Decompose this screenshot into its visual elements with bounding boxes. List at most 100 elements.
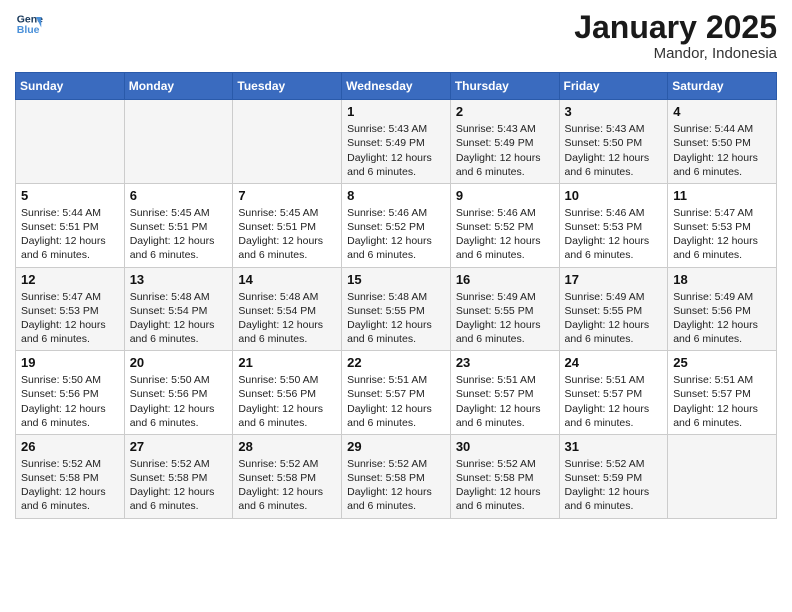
day-info: Sunrise: 5:45 AM Sunset: 5:51 PM Dayligh… xyxy=(238,206,336,263)
day-number: 16 xyxy=(456,272,554,287)
calendar-week-row: 5 Sunrise: 5:44 AM Sunset: 5:51 PM Daylig… xyxy=(16,183,777,267)
weekday-header: Monday xyxy=(124,73,233,100)
day-number: 22 xyxy=(347,355,445,370)
day-number: 8 xyxy=(347,188,445,203)
calendar-cell: 10 Sunrise: 5:46 AM Sunset: 5:53 PM Dayli… xyxy=(559,183,668,267)
calendar-cell: 8 Sunrise: 5:46 AM Sunset: 5:52 PM Daylig… xyxy=(342,183,451,267)
calendar-cell: 25 Sunrise: 5:51 AM Sunset: 5:57 PM Dayli… xyxy=(668,351,777,435)
calendar-cell: 11 Sunrise: 5:47 AM Sunset: 5:53 PM Dayli… xyxy=(668,183,777,267)
calendar-week-row: 1 Sunrise: 5:43 AM Sunset: 5:49 PM Daylig… xyxy=(16,100,777,184)
day-info: Sunrise: 5:52 AM Sunset: 5:58 PM Dayligh… xyxy=(347,457,445,514)
day-info: Sunrise: 5:51 AM Sunset: 5:57 PM Dayligh… xyxy=(347,373,445,430)
weekday-row: SundayMondayTuesdayWednesdayThursdayFrid… xyxy=(16,73,777,100)
day-info: Sunrise: 5:49 AM Sunset: 5:55 PM Dayligh… xyxy=(565,290,663,347)
calendar-week-row: 19 Sunrise: 5:50 AM Sunset: 5:56 PM Dayli… xyxy=(16,351,777,435)
calendar-cell: 26Sunrise: 5:52 AM Sunset: 5:58 PM Dayli… xyxy=(16,434,125,518)
calendar-cell: 27Sunrise: 5:52 AM Sunset: 5:58 PM Dayli… xyxy=(124,434,233,518)
logo: General Blue xyxy=(15,10,43,38)
calendar-cell: 7 Sunrise: 5:45 AM Sunset: 5:51 PM Daylig… xyxy=(233,183,342,267)
day-info: Sunrise: 5:44 AM Sunset: 5:51 PM Dayligh… xyxy=(21,206,119,263)
day-number: 1 xyxy=(347,104,445,119)
day-info: Sunrise: 5:43 AM Sunset: 5:49 PM Dayligh… xyxy=(347,122,445,179)
calendar-cell: 3 Sunrise: 5:43 AM Sunset: 5:50 PM Daylig… xyxy=(559,100,668,184)
day-number: 9 xyxy=(456,188,554,203)
calendar-cell: 5 Sunrise: 5:44 AM Sunset: 5:51 PM Daylig… xyxy=(16,183,125,267)
day-number: 30 xyxy=(456,439,554,454)
page-header: General Blue January 2025 Mandor, Indone… xyxy=(15,10,777,62)
day-number: 10 xyxy=(565,188,663,203)
calendar-cell xyxy=(233,100,342,184)
day-info: Sunrise: 5:52 AM Sunset: 5:58 PM Dayligh… xyxy=(238,457,336,514)
day-number: 15 xyxy=(347,272,445,287)
day-info: Sunrise: 5:50 AM Sunset: 5:56 PM Dayligh… xyxy=(238,373,336,430)
calendar-cell: 28 Sunrise: 5:52 AM Sunset: 5:58 PM Dayli… xyxy=(233,434,342,518)
day-info: Sunrise: 5:46 AM Sunset: 5:53 PM Dayligh… xyxy=(565,206,663,263)
calendar-table: SundayMondayTuesdayWednesdayThursdayFrid… xyxy=(15,72,777,518)
day-info: Sunrise: 5:50 AM Sunset: 5:56 PM Dayligh… xyxy=(130,373,228,430)
day-number: 6 xyxy=(130,188,228,203)
calendar-cell: 21 Sunrise: 5:50 AM Sunset: 5:56 PM Dayli… xyxy=(233,351,342,435)
calendar-body: 1 Sunrise: 5:43 AM Sunset: 5:49 PM Daylig… xyxy=(16,100,777,518)
day-number: 5 xyxy=(21,188,119,203)
day-number: 25 xyxy=(673,355,771,370)
day-number: 29 xyxy=(347,439,445,454)
day-info: Sunrise: 5:46 AM Sunset: 5:52 PM Dayligh… xyxy=(456,206,554,263)
day-number: 21 xyxy=(238,355,336,370)
day-info: Sunrise: 5:48 AM Sunset: 5:54 PM Dayligh… xyxy=(130,290,228,347)
calendar-cell: 20 Sunrise: 5:50 AM Sunset: 5:56 PM Dayli… xyxy=(124,351,233,435)
calendar-cell xyxy=(16,100,125,184)
day-number: 12 xyxy=(21,272,119,287)
day-number: 26 xyxy=(21,439,119,454)
calendar-week-row: 26 Sunrise: 5:52 AM Sunset: 5:58 PM Dayli… xyxy=(16,434,777,518)
calendar-cell: 30Sunrise: 5:52 AM Sunset: 5:58 PM Dayli… xyxy=(450,434,559,518)
day-info: Sunrise: 5:51 AM Sunset: 5:57 PM Dayligh… xyxy=(456,373,554,430)
weekday-header: Sunday xyxy=(16,73,125,100)
day-number: 7 xyxy=(238,188,336,203)
day-info: Sunrise: 5:43 AM Sunset: 5:50 PM Dayligh… xyxy=(565,122,663,179)
svg-text:Blue: Blue xyxy=(17,24,40,36)
calendar-cell: 18Sunrise: 5:49 AM Sunset: 5:56 PM Dayli… xyxy=(668,267,777,351)
day-info: Sunrise: 5:50 AM Sunset: 5:56 PM Dayligh… xyxy=(21,373,119,430)
calendar-cell: 4Sunrise: 5:44 AM Sunset: 5:50 PM Daylig… xyxy=(668,100,777,184)
day-info: Sunrise: 5:49 AM Sunset: 5:55 PM Dayligh… xyxy=(456,290,554,347)
calendar-cell xyxy=(668,434,777,518)
calendar-cell: 12Sunrise: 5:47 AM Sunset: 5:53 PM Dayli… xyxy=(16,267,125,351)
day-number: 27 xyxy=(130,439,228,454)
calendar-cell: 9 Sunrise: 5:46 AM Sunset: 5:52 PM Daylig… xyxy=(450,183,559,267)
calendar-cell: 14Sunrise: 5:48 AM Sunset: 5:54 PM Dayli… xyxy=(233,267,342,351)
day-number: 20 xyxy=(130,355,228,370)
weekday-header: Thursday xyxy=(450,73,559,100)
day-number: 17 xyxy=(565,272,663,287)
weekday-header: Saturday xyxy=(668,73,777,100)
calendar-cell: 19 Sunrise: 5:50 AM Sunset: 5:56 PM Dayli… xyxy=(16,351,125,435)
weekday-header: Wednesday xyxy=(342,73,451,100)
logo-icon: General Blue xyxy=(15,10,43,38)
calendar-cell: 29 Sunrise: 5:52 AM Sunset: 5:58 PM Dayli… xyxy=(342,434,451,518)
day-number: 31 xyxy=(565,439,663,454)
calendar-cell: 22 Sunrise: 5:51 AM Sunset: 5:57 PM Dayli… xyxy=(342,351,451,435)
day-number: 2 xyxy=(456,104,554,119)
day-number: 28 xyxy=(238,439,336,454)
calendar-cell: 23Sunrise: 5:51 AM Sunset: 5:57 PM Dayli… xyxy=(450,351,559,435)
day-info: Sunrise: 5:46 AM Sunset: 5:52 PM Dayligh… xyxy=(347,206,445,263)
day-info: Sunrise: 5:43 AM Sunset: 5:49 PM Dayligh… xyxy=(456,122,554,179)
calendar-cell: 16 Sunrise: 5:49 AM Sunset: 5:55 PM Dayli… xyxy=(450,267,559,351)
calendar-cell xyxy=(124,100,233,184)
calendar-cell: 17 Sunrise: 5:49 AM Sunset: 5:55 PM Dayli… xyxy=(559,267,668,351)
day-info: Sunrise: 5:51 AM Sunset: 5:57 PM Dayligh… xyxy=(673,373,771,430)
day-info: Sunrise: 5:47 AM Sunset: 5:53 PM Dayligh… xyxy=(673,206,771,263)
day-number: 11 xyxy=(673,188,771,203)
weekday-header: Tuesday xyxy=(233,73,342,100)
day-info: Sunrise: 5:45 AM Sunset: 5:51 PM Dayligh… xyxy=(130,206,228,263)
calendar-cell: 1 Sunrise: 5:43 AM Sunset: 5:49 PM Daylig… xyxy=(342,100,451,184)
calendar-header: SundayMondayTuesdayWednesdayThursdayFrid… xyxy=(16,73,777,100)
day-number: 13 xyxy=(130,272,228,287)
day-info: Sunrise: 5:52 AM Sunset: 5:59 PM Dayligh… xyxy=(565,457,663,514)
calendar-cell: 6 Sunrise: 5:45 AM Sunset: 5:51 PM Daylig… xyxy=(124,183,233,267)
calendar-title: January 2025 xyxy=(574,10,777,45)
day-number: 19 xyxy=(21,355,119,370)
calendar-week-row: 12Sunrise: 5:47 AM Sunset: 5:53 PM Dayli… xyxy=(16,267,777,351)
weekday-header: Friday xyxy=(559,73,668,100)
day-number: 18 xyxy=(673,272,771,287)
day-number: 3 xyxy=(565,104,663,119)
